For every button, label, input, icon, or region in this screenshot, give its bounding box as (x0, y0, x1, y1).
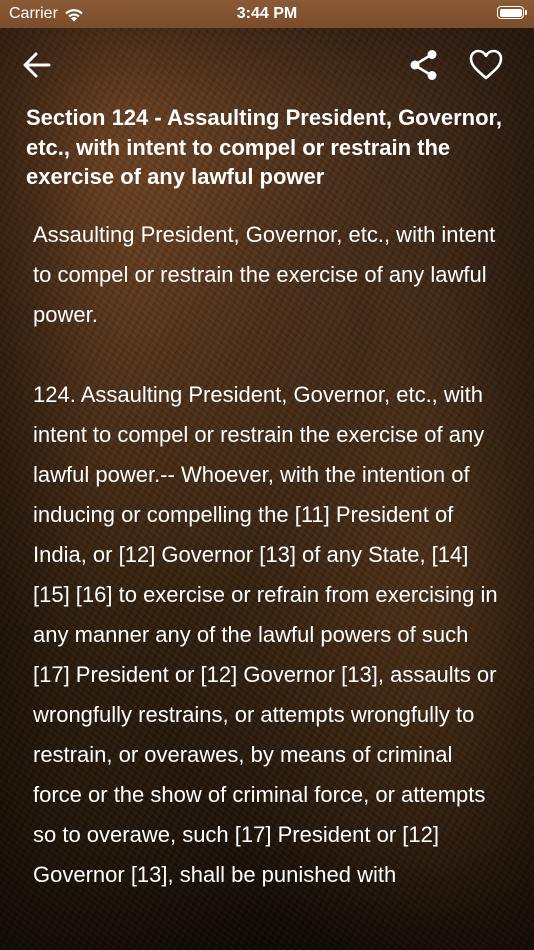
section-title: Section 124 - Assaulting President, Gove… (26, 105, 502, 189)
battery-level (499, 8, 522, 17)
status-time: 3:44 PM (236, 5, 298, 22)
battery-icon (497, 6, 527, 19)
section-text: 124. Assaulting President, Governor, etc… (33, 382, 498, 887)
section-summary: Assaulting President, Governor, etc., wi… (33, 222, 496, 327)
status-bar: Carrier 3:44 PM (0, 0, 534, 28)
section-body: Assaulting President, Governor, etc., wi… (33, 215, 503, 935)
back-button[interactable] (22, 50, 52, 80)
back-arrow-icon (23, 52, 51, 78)
navigation-bar (0, 28, 534, 102)
share-button[interactable] (408, 48, 440, 82)
favorite-button[interactable] (468, 48, 504, 82)
heart-icon (469, 49, 503, 80)
share-icon (410, 50, 437, 80)
